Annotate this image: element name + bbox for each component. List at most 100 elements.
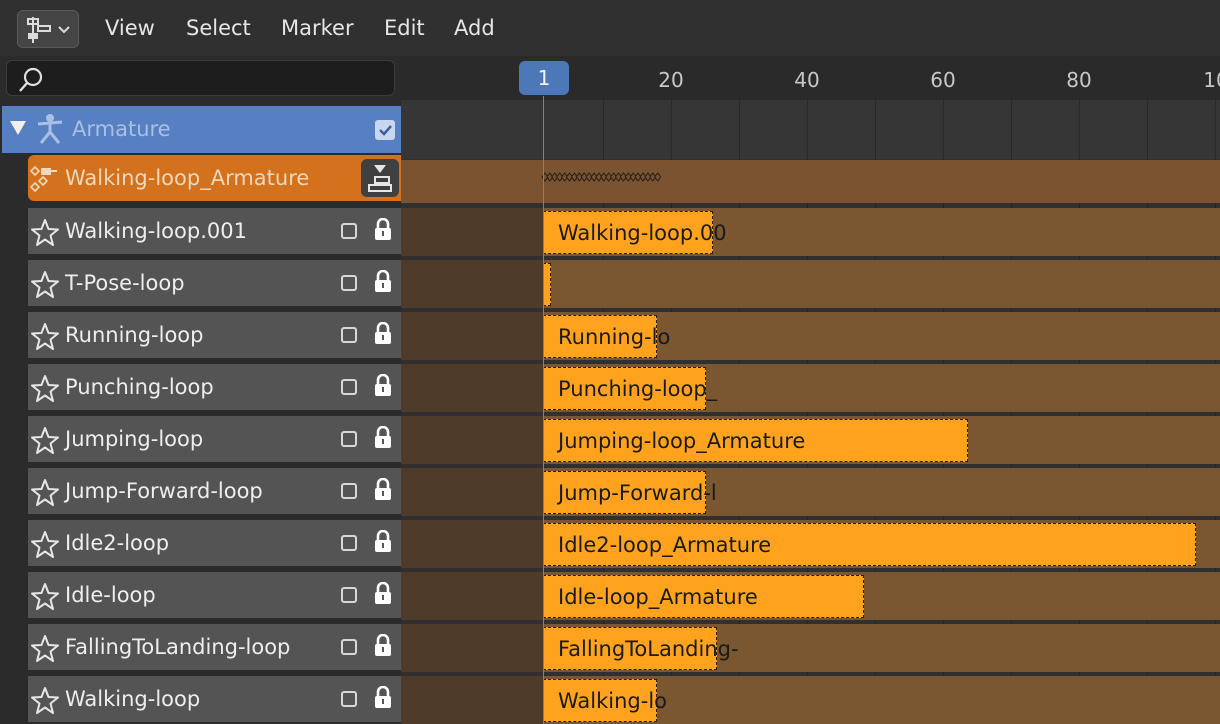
track-row[interactable]: Walking-loop.001: [28, 208, 401, 254]
star-icon[interactable]: [30, 322, 60, 356]
nla-strip[interactable]: FallingToLanding-: [543, 627, 739, 670]
current-frame-indicator[interactable]: 1: [519, 61, 569, 95]
track-label: Running-loop: [65, 323, 204, 347]
nla-lane: Walking-loop.00: [401, 208, 1220, 256]
nla-strip[interactable]: Idle-loop_Armature: [543, 575, 864, 618]
channel-list: Armature Walking-loop_Armature Walking-l…: [0, 56, 401, 724]
lock-icon[interactable]: [373, 373, 393, 402]
track-label: Walking-loop.001: [65, 219, 247, 243]
active-action-channel[interactable]: Walking-loop_Armature: [28, 155, 401, 201]
armature-label: Armature: [72, 117, 171, 141]
armature-enabled-checkbox[interactable]: [375, 120, 395, 140]
track-row[interactable]: Idle2-loop: [28, 520, 401, 566]
track-row[interactable]: Punching-loop: [28, 364, 401, 410]
nla-strip[interactable]: Walking-loop.00: [543, 211, 727, 254]
menu-add[interactable]: Add: [454, 16, 495, 40]
nla-strip[interactable]: Walking-lo: [543, 679, 667, 722]
lane-before-start: [401, 572, 543, 620]
lane-before-start: [401, 624, 543, 672]
track-label: FallingToLanding-loop: [65, 635, 291, 659]
mute-checkbox[interactable]: [341, 431, 357, 447]
lock-icon[interactable]: [373, 529, 393, 558]
frame-tick-label: 60: [930, 68, 956, 92]
lane-before-start: [401, 364, 543, 412]
nla-timeline[interactable]: 20 40 60 80 10 Walking-loop.00 Running-lo Punc…: [401, 56, 1220, 724]
star-icon[interactable]: [30, 686, 60, 720]
track-label: Punching-loop: [65, 375, 214, 399]
lock-icon[interactable]: [373, 217, 393, 246]
frame-tick-label: 80: [1066, 68, 1092, 92]
active-action-label: Walking-loop_Armature: [65, 166, 310, 190]
lane-before-start: [401, 676, 543, 724]
star-icon[interactable]: [30, 270, 60, 304]
armature-channel[interactable]: Armature: [2, 106, 401, 153]
frame-tick-label: 10: [1203, 68, 1220, 92]
nla-strip[interactable]: Punching-loop_: [543, 367, 717, 410]
mute-checkbox[interactable]: [341, 327, 357, 343]
push-down-icon: [368, 165, 392, 192]
lock-icon[interactable]: [373, 269, 393, 298]
star-icon[interactable]: [30, 530, 60, 564]
nla-header: View Select Marker Edit Add: [0, 0, 1220, 56]
editor-type-button[interactable]: [17, 10, 79, 48]
mute-checkbox[interactable]: [341, 483, 357, 499]
track-row[interactable]: Idle-loop: [28, 572, 401, 618]
star-icon[interactable]: [30, 374, 60, 408]
nla-strip[interactable]: Jump-Forward-l: [543, 471, 717, 514]
action-icon: [29, 165, 57, 193]
track-label: Jumping-loop: [65, 427, 204, 451]
star-icon[interactable]: [30, 634, 60, 668]
search-field[interactable]: [6, 60, 395, 96]
track-row[interactable]: Walking-loop: [28, 676, 401, 722]
menu-select[interactable]: Select: [186, 16, 251, 40]
star-icon[interactable]: [30, 426, 60, 460]
lock-icon[interactable]: [373, 581, 393, 610]
menu-view[interactable]: View: [105, 16, 155, 40]
mute-checkbox[interactable]: [341, 223, 357, 239]
mute-checkbox[interactable]: [341, 587, 357, 603]
frame-tick-label: 20: [658, 68, 684, 92]
track-row[interactable]: Jump-Forward-loop: [28, 468, 401, 514]
star-icon[interactable]: [30, 582, 60, 616]
lock-icon[interactable]: [373, 477, 393, 506]
playhead[interactable]: [543, 96, 544, 724]
nla-lane: Running-lo: [401, 312, 1220, 360]
menu-edit[interactable]: Edit: [384, 16, 425, 40]
expand-triangle-icon[interactable]: [10, 121, 26, 135]
track-label: Idle-loop: [65, 583, 156, 607]
lock-icon[interactable]: [373, 685, 393, 714]
active-action-lane[interactable]: [401, 160, 1220, 203]
nla-lane: Idle-loop_Armature: [401, 572, 1220, 620]
armature-icon: [37, 114, 63, 144]
push-down-button[interactable]: [361, 159, 399, 197]
star-icon[interactable]: [30, 218, 60, 252]
lane-before-start: [401, 260, 543, 308]
mute-checkbox[interactable]: [341, 535, 357, 551]
track-row[interactable]: Jumping-loop: [28, 416, 401, 462]
nla-strip[interactable]: [543, 263, 551, 306]
track-label: Jump-Forward-loop: [65, 479, 263, 503]
nla-lane: Walking-lo: [401, 676, 1220, 724]
frame-tick-label: 40: [794, 68, 820, 92]
menu-marker[interactable]: Marker: [281, 16, 354, 40]
nla-strip[interactable]: Running-lo: [543, 315, 670, 358]
lock-icon[interactable]: [373, 425, 393, 454]
mute-checkbox[interactable]: [341, 275, 357, 291]
mute-checkbox[interactable]: [341, 379, 357, 395]
star-icon[interactable]: [30, 478, 60, 512]
track-row[interactable]: Running-loop: [28, 312, 401, 358]
track-row[interactable]: T-Pose-loop: [28, 260, 401, 306]
armature-summary-lane: [401, 100, 1220, 159]
lock-icon[interactable]: [373, 633, 393, 662]
nla-strip[interactable]: Idle2-loop_Armature: [543, 523, 1196, 566]
mute-checkbox[interactable]: [341, 691, 357, 707]
mute-checkbox[interactable]: [341, 639, 357, 655]
track-row[interactable]: FallingToLanding-loop: [28, 624, 401, 670]
nla-lane: FallingToLanding-: [401, 624, 1220, 672]
nla-lane: [401, 260, 1220, 308]
lock-icon[interactable]: [373, 321, 393, 350]
checkmark-icon: [379, 125, 392, 136]
track-label: T-Pose-loop: [65, 271, 185, 295]
nla-lane: Jumping-loop_Armature: [401, 416, 1220, 464]
nla-strip[interactable]: Jumping-loop_Armature: [543, 419, 968, 462]
